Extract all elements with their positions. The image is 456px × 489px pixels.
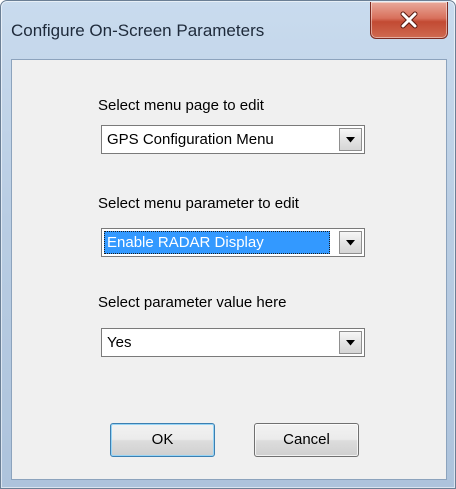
chevron-down-icon (346, 340, 355, 346)
close-x-icon (400, 11, 418, 29)
menu-parameter-value: Enable RADAR Display (104, 231, 330, 254)
dialog-client-area: Select menu page to edit GPS Configurati… (11, 59, 447, 480)
parameter-value-select[interactable]: Yes (101, 328, 365, 357)
close-button[interactable] (370, 2, 448, 39)
window-title: Configure On-Screen Parameters (11, 21, 265, 40)
chevron-down-icon (346, 137, 355, 143)
menu-page-value: GPS Configuration Menu (107, 131, 274, 148)
parameter-value-value: Yes (107, 334, 132, 351)
parameter-value-dropdown-button[interactable] (339, 331, 362, 354)
menu-page-select[interactable]: GPS Configuration Menu (101, 125, 365, 154)
parameter-value-label: Select parameter value here (98, 294, 287, 311)
menu-parameter-label: Select menu parameter to edit (98, 195, 299, 212)
menu-page-label: Select menu page to edit (98, 97, 264, 114)
ok-button[interactable]: OK (110, 423, 215, 457)
cancel-button[interactable]: Cancel (254, 423, 359, 457)
menu-parameter-select[interactable]: Enable RADAR Display (101, 228, 365, 257)
menu-page-dropdown-button[interactable] (339, 128, 362, 151)
menu-parameter-dropdown-button[interactable] (339, 231, 362, 254)
title-bar[interactable]: Configure On-Screen Parameters (1, 1, 455, 59)
chevron-down-icon (346, 240, 355, 246)
dialog-window: Configure On-Screen Parameters Select me… (0, 0, 456, 489)
